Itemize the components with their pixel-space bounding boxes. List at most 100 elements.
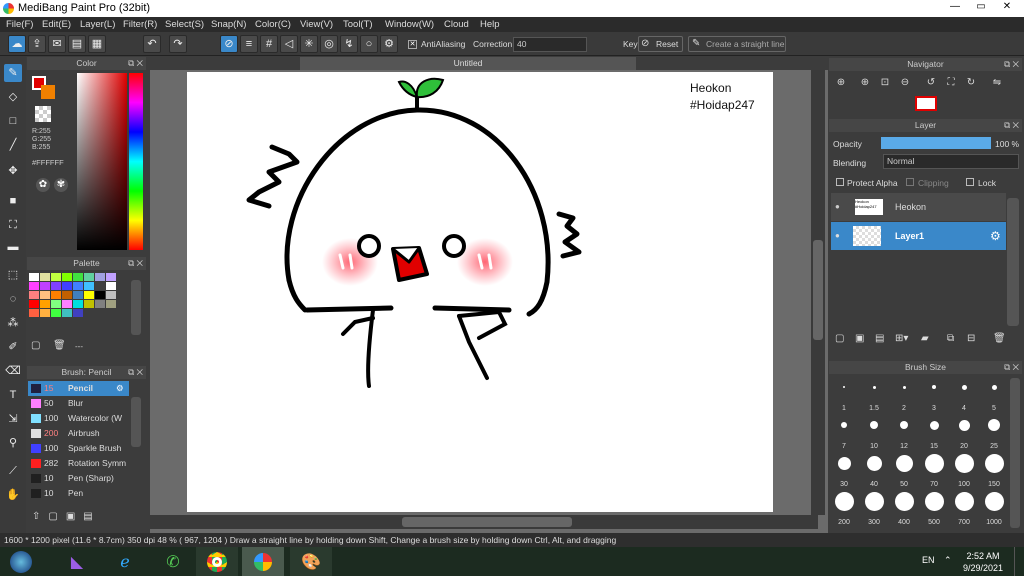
gear-icon[interactable]: ⚙ [116, 381, 124, 396]
app-icon[interactable]: ✆ [152, 547, 194, 576]
palette-more[interactable]: --- [75, 342, 83, 351]
canvas-vertical-scrollbar[interactable] [811, 70, 825, 515]
brush-item-pen[interactable]: 10 Pen [28, 486, 129, 501]
menu-window[interactable]: Window(W) [385, 19, 434, 30]
brush-item-pen-sharp[interactable]: 10 Pen (Sharp) [28, 471, 129, 486]
new-halftone-layer-icon[interactable]: ▣ [855, 333, 864, 344]
menu-tool[interactable]: Tool(T) [343, 19, 373, 30]
palette-swatch[interactable] [62, 309, 72, 317]
paint-app-icon[interactable]: 🎨 [290, 547, 332, 576]
brush-settings-icon[interactable]: ▤ [83, 511, 100, 522]
brush-size-scrollbar[interactable] [1010, 378, 1020, 528]
palette-swatch[interactable] [84, 300, 94, 308]
secondary-color-swatch[interactable] [41, 85, 55, 99]
document-tab[interactable]: Untitled [300, 57, 636, 70]
visibility-eye-icon[interactable]: ● [835, 222, 840, 250]
brush-size-option[interactable]: 150 [979, 452, 1009, 488]
text-tool-icon[interactable]: T [4, 386, 22, 404]
brush-item-watercolor[interactable]: 100 Watercolor (W [28, 411, 129, 426]
brush-size-option[interactable]: 1000 [979, 490, 1009, 526]
blending-select[interactable]: Normal [883, 154, 1019, 169]
new-layer-icon[interactable]: ▢ [835, 333, 844, 344]
new-folder-icon[interactable]: ▰ [921, 333, 929, 344]
brush-tool-icon[interactable]: ✎ [4, 64, 22, 82]
merge-layer-icon[interactable]: ⊟ [967, 333, 975, 344]
palette-swatch[interactable] [73, 282, 83, 290]
circle-snap-icon[interactable]: ◎ [320, 35, 338, 53]
palette-swatch[interactable] [51, 309, 61, 317]
pipette-tool-icon[interactable]: ⟋ [4, 462, 22, 480]
internet-explorer-icon[interactable]: ℯ [104, 547, 146, 576]
ellipse-snap-icon[interactable]: ○ [360, 35, 378, 53]
brush-size-option[interactable]: 70 [919, 452, 949, 488]
palette-swatch[interactable] [106, 291, 116, 299]
menu-edit[interactable]: Edit(E) [42, 19, 71, 30]
saturation-brightness-field[interactable] [77, 73, 127, 250]
palette-swatch[interactable] [73, 273, 83, 281]
menu-layer[interactable]: Layer(L) [80, 19, 115, 30]
undo-icon[interactable]: ↶ [143, 35, 161, 53]
medibang-taskbar-icon[interactable] [242, 547, 284, 576]
palette-swatch[interactable] [29, 282, 39, 290]
clock[interactable]: 2:52 AM 9/29/2021 [958, 550, 1008, 574]
gradient-tool-icon[interactable]: ▬ [4, 238, 22, 256]
brush-size-option[interactable]: 200 [829, 490, 859, 526]
move-tool-icon[interactable]: ✥ [4, 162, 22, 180]
straight-line-button[interactable]: ✎ Create a straight line [688, 36, 786, 52]
brush-size-option[interactable]: 5 [979, 376, 1009, 412]
brush-item-pencil[interactable]: 15 Pencil ⚙ [28, 381, 129, 396]
menu-color[interactable]: Color(C) [255, 19, 291, 30]
brush-size-option[interactable]: 25 [979, 414, 1009, 450]
palette-swatch[interactable] [40, 300, 50, 308]
palette-scrollbar[interactable] [131, 280, 141, 335]
brush-item-blur[interactable]: 50 Blur [28, 396, 129, 411]
horizontal-scroll-thumb[interactable] [402, 517, 572, 527]
layer-row-layer1[interactable]: ● Layer1 ⚙ [831, 222, 1006, 250]
brush-size-option[interactable]: 50 [889, 452, 919, 488]
palette-swatch[interactable] [73, 309, 83, 317]
navigator-thumbnail[interactable] [915, 96, 937, 111]
snap-settings-icon[interactable]: ⚙ [380, 35, 398, 53]
brush-size-option[interactable]: 1.5 [859, 376, 889, 412]
palette-swatch[interactable] [29, 291, 39, 299]
menu-select[interactable]: Select(S) [165, 19, 204, 30]
palette-swatch[interactable] [29, 300, 39, 308]
brush-panel-actions[interactable]: ⇧▢▣▤ [32, 511, 101, 522]
palette-swatch[interactable] [62, 291, 72, 299]
panel-controls-icon[interactable]: ⧉ ✕ [128, 57, 143, 70]
brush-size-option[interactable]: 3 [919, 376, 949, 412]
menu-view[interactable]: View(V) [300, 19, 333, 30]
rotate-right-icon[interactable]: ↻ [963, 75, 979, 91]
palette-swatch[interactable] [40, 273, 50, 281]
new-palette-icon[interactable]: ▢ [31, 340, 45, 354]
delete-layer-icon[interactable]: 🗑 [993, 333, 1006, 344]
show-desktop-button[interactable] [1014, 547, 1024, 576]
visual-studio-icon[interactable]: ◣ [56, 547, 98, 576]
brush-size-option[interactable]: 300 [859, 490, 889, 526]
reset-button[interactable]: ⊘ Reset [638, 36, 683, 52]
maximize-button[interactable]: ▭ [968, 0, 994, 15]
menu-snap[interactable]: Snap(N) [211, 19, 246, 30]
drawing-canvas[interactable]: Heokon #Hoidap247 [187, 72, 773, 512]
add-brush-icon[interactable]: ⇧ [32, 511, 48, 522]
palette-swatch[interactable] [40, 291, 50, 299]
zoom-actual-icon[interactable]: ⊡ [877, 75, 893, 91]
zoom-out-icon[interactable]: ⊖ [897, 75, 913, 91]
fit-window-icon[interactable]: ⛶ [943, 75, 959, 91]
fill-rect-icon[interactable]: ■ [4, 192, 22, 210]
palette-swatch[interactable] [73, 300, 83, 308]
operation-tool-icon[interactable]: ⇲ [4, 410, 22, 428]
menu-file[interactable]: File(F) [6, 19, 33, 30]
palette-swatch[interactable] [62, 273, 72, 281]
visibility-eye-icon[interactable]: ● [835, 193, 840, 221]
palette-swatch[interactable] [84, 291, 94, 299]
comment-icon[interactable]: ✉ [48, 35, 66, 53]
palette-swatch[interactable] [40, 282, 50, 290]
brush-size-option[interactable]: 40 [859, 452, 889, 488]
brush-size-option[interactable]: 4 [949, 376, 979, 412]
palette-swatch[interactable] [106, 273, 116, 281]
brush-item-rotation-symmetry[interactable]: 282 Rotation Symm [28, 456, 129, 471]
dropper-tool-icon[interactable]: ⚲ [4, 434, 22, 452]
brush-item-sparkle[interactable]: 100 Sparkle Brush [28, 441, 129, 456]
select-pen-icon[interactable]: ✐ [4, 338, 22, 356]
